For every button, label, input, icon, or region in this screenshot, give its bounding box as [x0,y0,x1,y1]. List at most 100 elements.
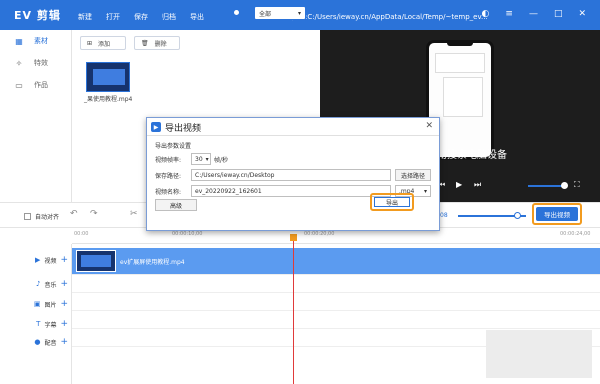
dialog-titlebar: ▶ 导出视频 ✕ [147,118,439,136]
close-icon[interactable]: ✕ [578,10,586,19]
menu-save[interactable]: 保存 [134,12,148,22]
chevron-down-icon: ▾ [423,187,427,195]
fps-select[interactable]: 30 ▾ [191,153,211,165]
menu-archive[interactable]: 归档 [162,12,176,22]
nav-item-material[interactable]: ▦ 素材 [0,30,72,52]
track-voice: ● 配音 + [0,332,72,352]
material-filename: _果使用教程.mp4 [84,96,133,103]
delete-label: 删除 [154,40,167,48]
add-voice-icon[interactable]: + [60,337,68,347]
minimize-icon[interactable]: — [529,10,538,19]
path-input[interactable]: C:/Users/ieway.cn/Desktop [191,169,391,181]
ruler-tick: 00:00:24,00 [560,231,591,237]
delete-material-button[interactable]: 🗑 删除 [134,36,180,50]
nav-item-label: 素材 [34,37,48,45]
dialog-title: 导出视频 [165,124,202,134]
chevron-down-icon: ▾ [205,155,209,163]
window-controls: ◐ ≡ — □ ✕ [482,10,586,19]
chevron-down-icon: ▾ [297,9,301,17]
undo-icon[interactable]: ↶ [70,209,78,219]
add-music-icon[interactable]: + [60,279,68,289]
volume-slider-knob[interactable] [561,182,568,189]
music-icon: ♪ [35,280,41,288]
fps-unit: 帧/秒 [214,157,229,164]
play-icon[interactable]: ▶ [456,180,462,189]
video-icon: ▶ [35,256,41,264]
app-window: EV 剪辑 新建 打开 保存 归档 导出 自动保存工程到:C:/Users/ie… [0,0,600,384]
thumb-size-slider-knob[interactable] [233,9,240,16]
track-label: 配音 [44,339,57,347]
track-label: 图片 [44,301,57,309]
choose-path-button[interactable]: 选择路径 [395,169,431,181]
export-label: 导出 [374,197,410,207]
redo-icon[interactable]: ↷ [90,209,98,219]
dialog-section-title: 导出参数设置 [155,143,192,150]
add-material-button[interactable]: ⊞ 添加 [80,36,126,50]
ruler-tick: 00:00 [74,231,89,237]
add-video-icon[interactable]: + [60,255,68,265]
auto-align-label: 自动对齐 [35,214,60,221]
track-image: ▣ 图片 + [0,294,72,314]
skin-icon[interactable]: ◐ [482,10,490,19]
mic-icon: ● [34,338,41,346]
advanced-button[interactable]: 高级 [155,199,197,211]
export-video-button[interactable]: 导出视频 [532,203,582,225]
playhead-handle[interactable] [290,234,297,241]
fps-value: 30 [195,155,203,163]
time-display: 08 [440,212,448,219]
path-label: 保存路径: [155,173,182,180]
menu-icon[interactable]: ≡ [505,10,513,19]
folder-icon: ▭ [15,80,23,90]
name-label: 视频名称: [155,189,182,196]
auto-align-checkbox[interactable]: 自动对齐 [24,212,59,221]
nav-item-label: 特效 [34,59,48,67]
checkbox-box [24,213,31,220]
watermark [486,330,592,378]
preview-caption: 动搜索电脑设备 [437,150,507,161]
export-video-label: 导出视频 [536,207,578,221]
fullscreen-icon[interactable]: ⛶ [574,180,580,190]
fps-label: 视频帧率: [155,157,182,164]
main-menu: 新建 打开 保存 归档 导出 [78,12,204,22]
filter-select[interactable]: 全部 ▾ [254,6,306,20]
text-icon: T [36,320,41,328]
maximize-icon[interactable]: □ [554,10,563,19]
grid-icon: ▦ [15,36,23,46]
track-labels: ▶ 视频 + ♪ 音乐 + ▣ 图片 + T 字幕 + ● 配音 + [0,244,72,384]
add-label: 添加 [98,40,111,48]
volume-slider-track[interactable] [528,185,564,187]
menu-new[interactable]: 新建 [78,12,92,22]
export-button[interactable]: 导出 [370,193,414,211]
track-label: 音乐 [44,281,57,289]
ruler-tick: 00:00:20,00 [304,231,335,237]
add-image-icon[interactable]: + [60,299,68,309]
playhead-line[interactable] [293,236,294,384]
ruler-tick: 00:00:10,00 [172,231,203,237]
thumb-size-slider-track[interactable] [206,12,246,13]
clip-label: ev扩展屏使用教程.mp4 [120,259,185,266]
sparkle-icon: ✧ [15,58,23,68]
nav-item-effects[interactable]: ✧ 特效 [0,52,72,74]
track-label: 视频 [44,257,57,265]
timeline-zoom-knob[interactable] [514,212,521,219]
app-logo: EV 剪辑 [14,9,61,22]
video-name-input[interactable]: ev_20220922_162601 [191,185,391,197]
add-subtitle-icon[interactable]: + [60,319,68,329]
nav-item-works[interactable]: ▭ 作品 [0,74,72,96]
track-label: 字幕 [44,321,57,329]
export-dialog: ▶ 导出视频 ✕ 导出参数设置 视频帧率: 30 ▾ 帧/秒 保存路径: C:/… [146,117,440,231]
filter-value: 全部 [259,10,272,18]
menu-export[interactable]: 导出 [190,12,204,22]
add-folder-icon: ⊞ [87,39,93,47]
menu-open[interactable]: 打开 [106,12,120,22]
close-icon[interactable]: ✕ [425,121,433,131]
track-video: ▶ 视频 + [0,250,72,270]
scissors-icon[interactable]: ✂ [130,209,138,219]
track-music: ♪ 音乐 + [0,274,72,294]
clip-thumbnail [76,250,116,272]
left-nav: ▦ 素材 ✧ 特效 ▭ 作品 [0,30,72,202]
track-subtitle: T 字幕 + [0,314,72,334]
material-thumbnail[interactable] [86,62,130,92]
nav-item-label: 作品 [34,81,48,89]
next-icon[interactable]: ⏭ [474,180,481,190]
